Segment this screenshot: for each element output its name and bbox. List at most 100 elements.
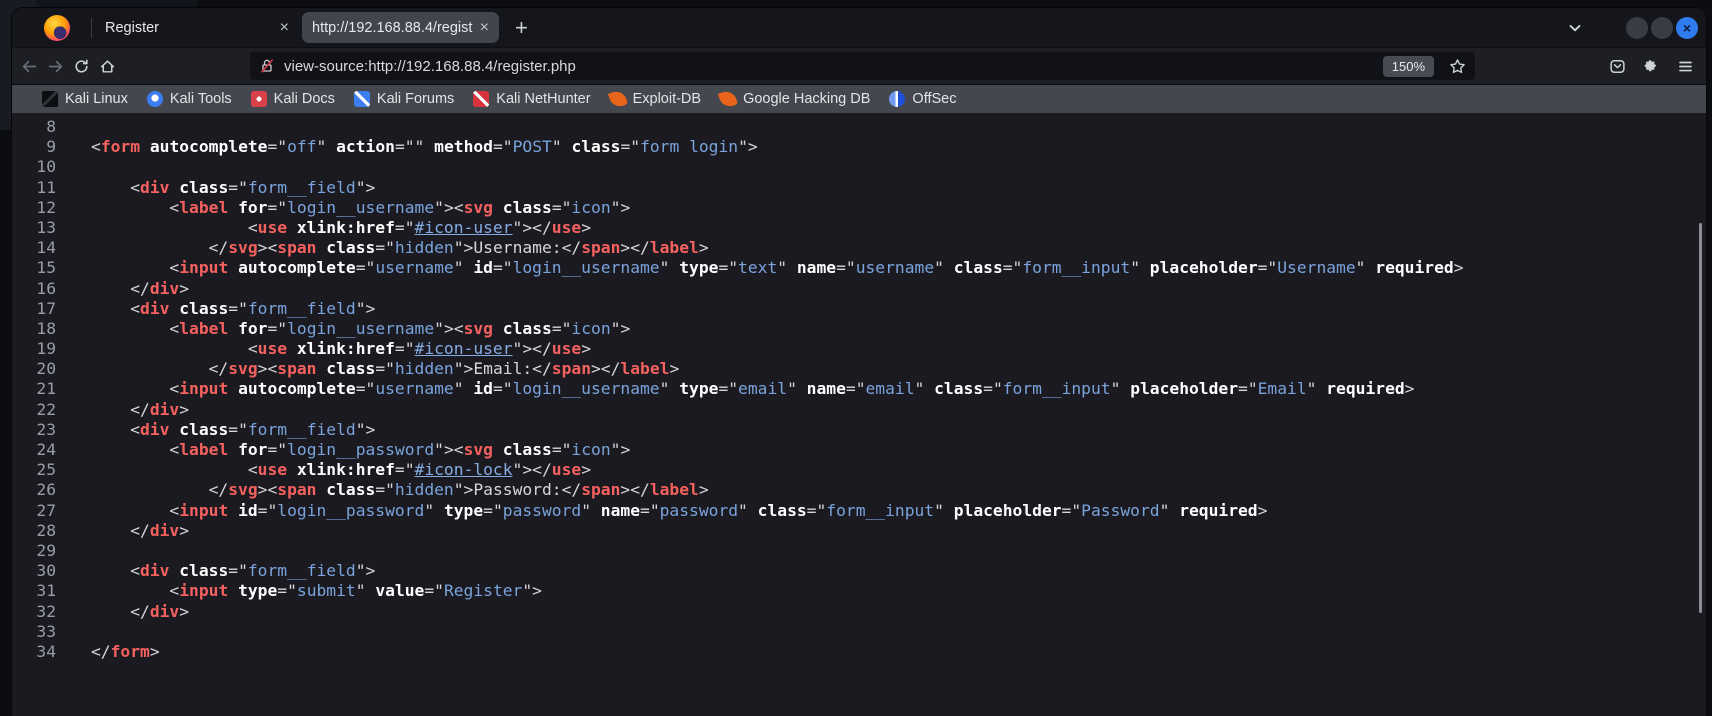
line-number: 9 (12, 137, 56, 157)
vertical-scrollbar[interactable] (1699, 223, 1702, 613)
close-icon[interactable]: × (280, 20, 289, 36)
fragment-link[interactable]: #icon-lock (415, 460, 513, 479)
source-line: 34</form> (12, 642, 1706, 662)
insecure-lock-icon[interactable] (259, 58, 275, 74)
line-code: <label for="login__password"><svg class=… (91, 440, 630, 460)
line-code: <input id="login__password" type="passwo… (91, 501, 1267, 521)
source-line: 21 <input autocomplete="username" id="lo… (12, 379, 1706, 399)
source-line: 32 </div> (12, 602, 1706, 622)
bookmark-offsec[interactable]: OffSec (889, 91, 956, 107)
line-number: 12 (12, 198, 56, 218)
extensions-puzzle-icon[interactable] (1643, 58, 1660, 75)
tab-title: http://192.168.88.4/register.p (312, 20, 473, 36)
home-button[interactable] (94, 53, 120, 79)
new-tab-button[interactable]: + (515, 17, 528, 39)
line-code: <input type="submit" value="Register"> (91, 581, 542, 601)
source-view: 89<form autocomplete="off" action="" met… (12, 113, 1706, 716)
source-line: 22 </div> (12, 400, 1706, 420)
source-line: 9<form autocomplete="off" action="" meth… (12, 137, 1706, 157)
line-number: 18 (12, 319, 56, 339)
close-icon: × (1683, 21, 1691, 35)
browser-window: Register × http://192.168.88.4/register.… (12, 8, 1706, 716)
source-line: 31 <input type="submit" value="Register"… (12, 581, 1706, 601)
line-number: 22 (12, 400, 56, 420)
bookmark-kali-nethunter[interactable]: Kali NetHunter (473, 91, 590, 107)
tab-view-source[interactable]: http://192.168.88.4/register.p × (302, 12, 499, 43)
line-number: 27 (12, 501, 56, 521)
source-line: 13 <use xlink:href="#icon-user"></use> (12, 218, 1706, 238)
source-line: 16 </div> (12, 279, 1706, 299)
line-number: 34 (12, 642, 56, 662)
line-code: </div> (91, 400, 189, 420)
source-line: 30 <div class="form__field"> (12, 561, 1706, 581)
line-number: 23 (12, 420, 56, 440)
line-code: <label for="login__username"><svg class=… (91, 319, 630, 339)
bookmark-label: Kali Forums (377, 91, 454, 107)
line-number: 30 (12, 561, 56, 581)
source-line: 33 (12, 622, 1706, 642)
url-text: view-source:http://192.168.88.4/register… (284, 58, 1383, 75)
bookmark-exploit-db[interactable]: Exploit-DB (610, 91, 702, 107)
source-line: 20 </svg><span class="hidden">Email:</sp… (12, 359, 1706, 379)
source-line: 14 </svg><span class="hidden">Username:<… (12, 238, 1706, 258)
line-code: </svg><span class="hidden">Email:</span>… (91, 359, 679, 379)
line-number: 10 (12, 157, 56, 177)
line-number: 14 (12, 238, 56, 258)
line-number: 17 (12, 299, 56, 319)
bookmark-kali-tools[interactable]: Kali Tools (147, 91, 232, 107)
bookmark-label: OffSec (912, 91, 956, 107)
source-line: 29 (12, 541, 1706, 561)
line-number: 21 (12, 379, 56, 399)
kali-nethunter-icon (473, 91, 489, 107)
bookmark-label: Kali NetHunter (496, 91, 590, 107)
close-window-button[interactable]: × (1676, 17, 1698, 39)
list-all-tabs-chevron-icon[interactable] (1566, 19, 1584, 37)
line-code: <use xlink:href="#icon-user"></use> (91, 339, 591, 359)
fragment-link[interactable]: #icon-user (415, 339, 513, 358)
tab-register[interactable]: Register × (95, 12, 299, 43)
kali-linux-icon (42, 91, 58, 107)
source-code: 89<form autocomplete="off" action="" met… (12, 117, 1706, 662)
line-number: 15 (12, 258, 56, 278)
hamburger-menu-icon[interactable] (1677, 58, 1694, 75)
bookmark-kali-docs[interactable]: Kali Docs (251, 91, 335, 107)
bookmark-star-icon[interactable] (1449, 58, 1466, 75)
source-line: 11 <div class="form__field"> (12, 178, 1706, 198)
source-line: 17 <div class="form__field"> (12, 299, 1706, 319)
pocket-icon[interactable] (1609, 58, 1626, 75)
back-button[interactable] (16, 53, 42, 79)
close-icon[interactable]: × (480, 20, 489, 36)
bookmark-label: Kali Docs (274, 91, 335, 107)
zoom-level-badge[interactable]: 150% (1383, 56, 1434, 77)
maximize-button[interactable] (1651, 17, 1673, 39)
line-number: 29 (12, 541, 56, 561)
kali-tools-icon (147, 91, 163, 107)
source-line: 26 </svg><span class="hidden">Password:<… (12, 480, 1706, 500)
source-line: 24 <label for="login__password"><svg cla… (12, 440, 1706, 460)
line-code: </div> (91, 521, 189, 541)
tab-bar: Register × http://192.168.88.4/register.… (12, 8, 1706, 47)
line-code: <use xlink:href="#icon-user"></use> (91, 218, 591, 238)
line-code: </div> (91, 602, 189, 622)
fragment-link[interactable]: #icon-user (415, 218, 513, 237)
minimize-button[interactable] (1626, 17, 1648, 39)
reload-button[interactable] (68, 53, 94, 79)
tab-separator (91, 18, 92, 38)
forward-button[interactable] (42, 53, 68, 79)
desktop: Register × http://192.168.88.4/register.… (0, 0, 1712, 716)
bookmark-google-hdb[interactable]: Google Hacking DB (720, 91, 870, 107)
line-code: <div class="form__field"> (91, 178, 375, 198)
line-number: 20 (12, 359, 56, 379)
url-bar[interactable]: view-source:http://192.168.88.4/register… (250, 52, 1475, 80)
line-number: 19 (12, 339, 56, 359)
bookmark-kali-forums[interactable]: Kali Forums (354, 91, 454, 107)
bookmark-kali-linux[interactable]: Kali Linux (42, 91, 128, 107)
bookmark-label: Google Hacking DB (743, 91, 870, 107)
google-hdb-icon (718, 89, 738, 109)
line-number: 24 (12, 440, 56, 460)
source-line: 19 <use xlink:href="#icon-user"></use> (12, 339, 1706, 359)
line-number: 16 (12, 279, 56, 299)
line-code: <input autocomplete="username" id="login… (91, 379, 1414, 399)
kali-forums-icon (354, 91, 370, 107)
firefox-icon[interactable] (44, 15, 70, 41)
